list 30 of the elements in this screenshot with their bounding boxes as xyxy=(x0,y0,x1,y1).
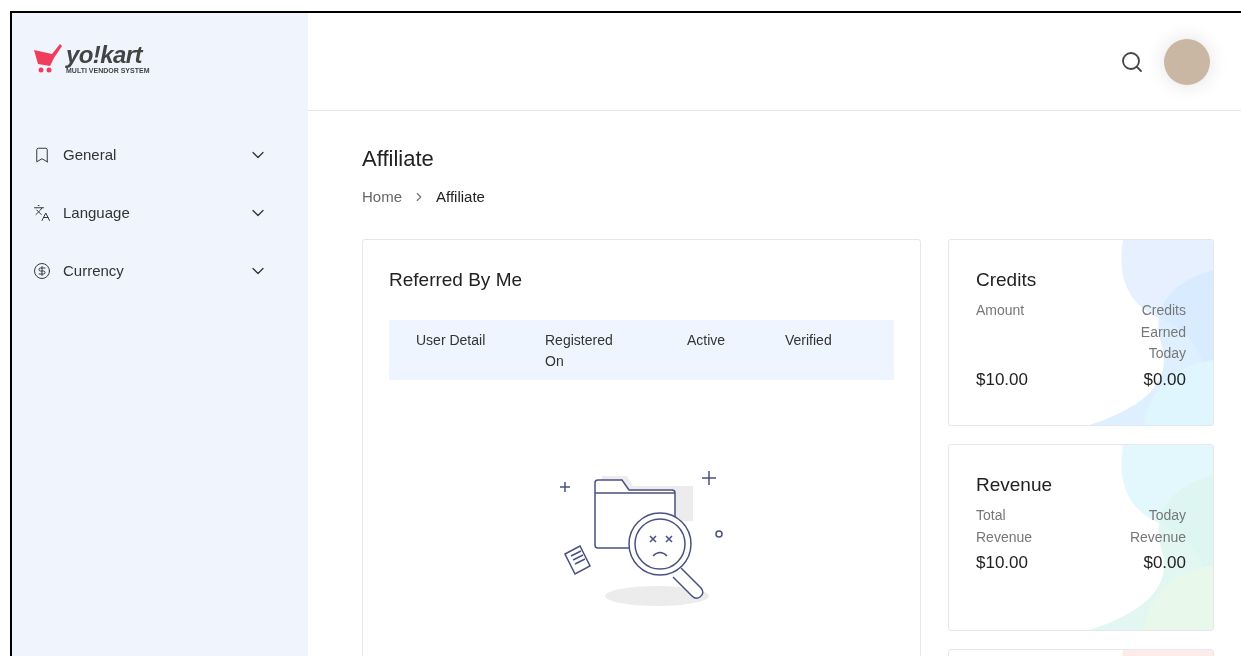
search-icon[interactable] xyxy=(1120,49,1144,74)
stat-label: Amount xyxy=(976,301,1026,320)
stat-value: $10.00 xyxy=(976,552,1029,574)
breadcrumb-item[interactable]: Home xyxy=(362,186,402,209)
dollar-circle-icon xyxy=(33,262,51,280)
card-title: Referred By Me xyxy=(389,267,524,292)
stat-value: $0.00 xyxy=(1143,552,1186,574)
logo-text: yo!kart xyxy=(66,42,145,67)
sidebar-item[interactable]: General xyxy=(12,126,308,184)
cart-logo-icon xyxy=(32,42,64,74)
stat-label: Total Revenue xyxy=(976,506,1034,547)
card-title: Revenue xyxy=(976,472,1054,497)
breadcrumb-item: Affiliate xyxy=(436,187,485,207)
language-icon xyxy=(33,204,51,222)
sidebar-item[interactable]: Currency xyxy=(12,242,308,300)
column-header: Registered On xyxy=(545,331,614,371)
stat-value: $0.00 xyxy=(1143,368,1186,391)
sidebar-label: Language xyxy=(63,202,131,223)
column-header: Active xyxy=(687,331,727,350)
card-title: Credits xyxy=(976,267,1038,292)
bookmark-icon xyxy=(33,146,51,164)
column-header: Verified xyxy=(785,331,833,350)
column-header: User Detail xyxy=(415,331,487,350)
sidebar-label: Currency xyxy=(63,260,125,281)
stat-value: $10.00 xyxy=(976,368,1029,391)
sidebar-item[interactable]: Language xyxy=(12,184,308,242)
page-title: Affiliate xyxy=(362,148,435,170)
sidebar-label: General xyxy=(63,144,118,165)
stat-label: Credits Earned Today xyxy=(1139,301,1186,363)
stat-label: Today Revenue xyxy=(1128,506,1186,547)
